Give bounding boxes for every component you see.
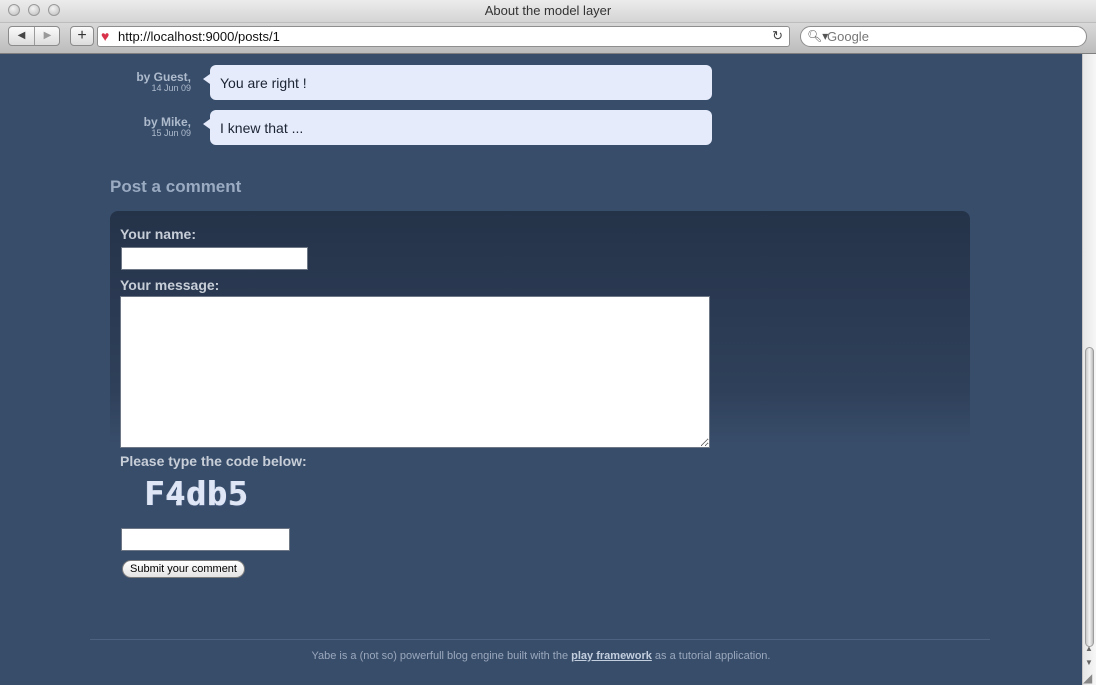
resize-grip-icon[interactable]: ◢ (1083, 671, 1092, 685)
plus-icon: + (77, 27, 87, 44)
back-button[interactable]: ◀ (9, 27, 35, 45)
comment-date: 14 Jun 09 (151, 83, 191, 93)
code-label: Please type the code below: (120, 453, 307, 469)
comment-item: by Mike, 15 Jun 09 I knew that ... (0, 110, 720, 146)
footer-text-before: Yabe is a (not so) powerfull blog engine… (311, 650, 572, 662)
comment-author: by Guest, (136, 70, 191, 84)
vertical-scrollbar[interactable]: ▲ ▼ (1082, 54, 1096, 685)
window-titlebar: About the model layer (0, 0, 1096, 23)
search-field[interactable]: 🔍︎▾ Google (800, 26, 1087, 47)
name-input[interactable] (121, 247, 308, 270)
forward-button[interactable]: ▶ (35, 27, 60, 45)
post-comment-heading: Post a comment (110, 177, 242, 196)
comment-item: by Guest, 14 Jun 09 You are right ! (0, 65, 720, 101)
search-icon[interactable]: 🔍︎▾ (807, 29, 828, 43)
back-arrow-icon: ◀ (17, 30, 26, 41)
scroll-up-arrow-icon[interactable]: ▲ (1085, 644, 1093, 653)
submit-comment-button[interactable]: Submit your comment (122, 560, 245, 578)
page-content: by Guest, 14 Jun 09 You are right ! by M… (0, 54, 1082, 685)
message-textarea[interactable] (120, 296, 710, 448)
window-title: About the model layer (484, 3, 612, 18)
scrollbar-thumb[interactable] (1085, 347, 1094, 647)
play-framework-link[interactable]: play framework (571, 650, 652, 662)
footer-divider (90, 639, 990, 640)
scroll-down-arrow-icon[interactable]: ▼ (1085, 658, 1093, 667)
reload-icon[interactable]: ↻ (772, 28, 783, 44)
browser-toolbar: ◀ ▶ + ♥ http://localhost:9000/posts/1 ↻ … (0, 23, 1096, 54)
name-label: Your name: (120, 226, 196, 242)
favicon-heart-icon: ♥ (101, 28, 110, 44)
comment-date: 15 Jun 09 (151, 128, 191, 138)
comment-bubble: You are right ! (203, 65, 712, 100)
message-label: Your message: (120, 277, 220, 293)
comment-bubble: I knew that ... (203, 110, 712, 145)
address-bar[interactable]: ♥ http://localhost:9000/posts/1 ↻ (97, 26, 790, 47)
search-placeholder: Google (827, 29, 869, 44)
add-bookmark-button[interactable]: + (70, 26, 94, 46)
comment-meta: by Guest, 14 Jun 09 (136, 70, 191, 93)
captcha-image: F4db5 (145, 474, 250, 513)
footer-text-after: as a tutorial application. (651, 650, 771, 662)
footer: Yabe is a (not so) powerfull blog engine… (0, 650, 1082, 662)
url-text[interactable]: http://localhost:9000/posts/1 (118, 29, 280, 44)
captcha-input[interactable] (121, 528, 290, 551)
comment-meta: by Mike, 15 Jun 09 (144, 115, 191, 138)
forward-arrow-icon: ▶ (43, 30, 52, 41)
comment-author: by Mike, (143, 115, 191, 129)
nav-buttons: ◀ ▶ (8, 26, 60, 46)
